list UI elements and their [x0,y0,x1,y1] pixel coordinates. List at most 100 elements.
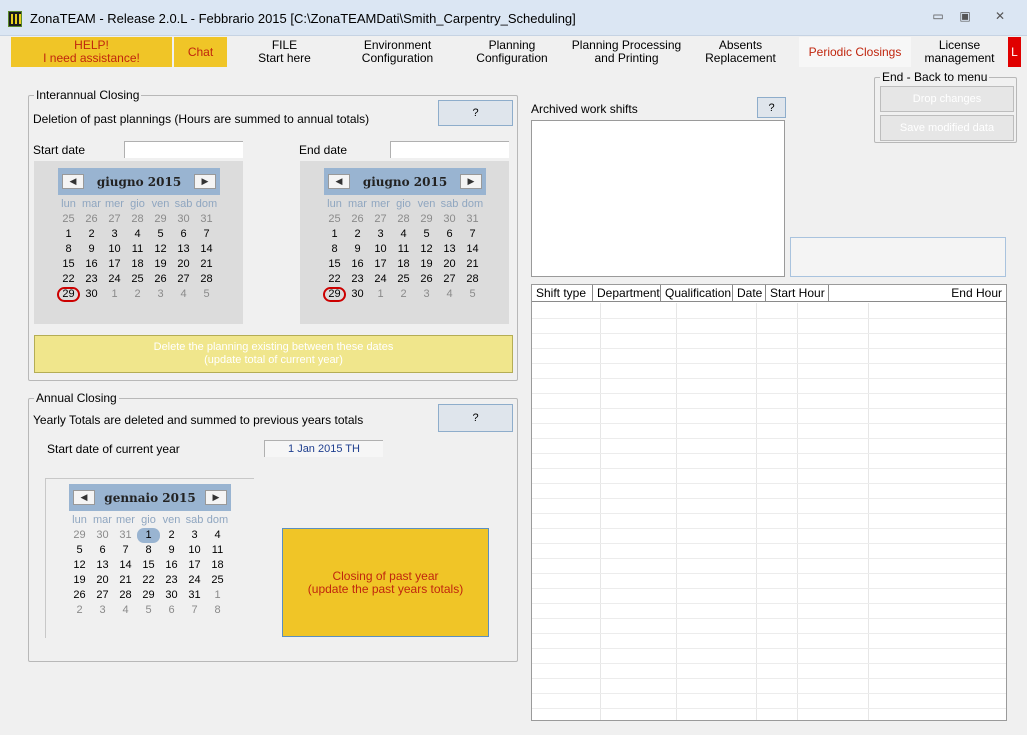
calendar-day[interactable]: 12 [149,242,172,257]
calendar-day[interactable]: 27 [91,588,114,603]
calendar-day[interactable]: 28 [392,212,415,227]
prev-month-icon[interactable]: ◀ [73,490,95,505]
calendar-day[interactable]: 2 [126,287,149,302]
calendar-day[interactable]: 23 [160,573,183,588]
calendar-day[interactable]: 7 [461,227,484,242]
calendar-day[interactable]: 13 [172,242,195,257]
calendar-day[interactable]: 30 [91,528,114,543]
calendar-day[interactable]: 13 [438,242,461,257]
calendar-day[interactable]: 29 [323,287,346,302]
calendar-day[interactable]: 22 [323,272,346,287]
calendar-day[interactable]: 19 [415,257,438,272]
calendar-day[interactable]: 15 [323,257,346,272]
calendar-day[interactable]: 20 [172,257,195,272]
tab-absents-replacement[interactable]: Absents Replacement [684,37,797,67]
calendar-day[interactable]: 3 [415,287,438,302]
calendar-day[interactable]: 10 [369,242,392,257]
calendar-day[interactable]: 15 [137,558,160,573]
calendar-day[interactable]: 31 [461,212,484,227]
calendar-day[interactable]: 26 [415,272,438,287]
start-date-field[interactable] [124,141,243,158]
save-modified-data-button[interactable]: Save modified data [880,115,1014,141]
column-header-end-hour[interactable]: End Hour [829,285,1006,301]
calendar-day[interactable]: 9 [80,242,103,257]
tab-l[interactable]: L [1008,37,1021,67]
calendar-day[interactable]: 23 [80,272,103,287]
calendar-day[interactable]: 23 [346,272,369,287]
calendar-day[interactable]: 26 [80,212,103,227]
calendar-day[interactable]: 9 [160,543,183,558]
tab-planning-configuration[interactable]: Planning Configuration [455,37,569,67]
calendar-day[interactable]: 1 [369,287,392,302]
calendar-day[interactable]: 1 [206,588,229,603]
calendar-day[interactable]: 6 [438,227,461,242]
next-month-icon[interactable]: ▶ [460,174,482,189]
calendar-day[interactable]: 2 [80,227,103,242]
calendar-day[interactable]: 16 [160,558,183,573]
next-month-icon[interactable]: ▶ [194,174,216,189]
calendar-day[interactable]: 25 [57,212,80,227]
calendar-day[interactable]: 2 [346,227,369,242]
calendar-day[interactable]: 9 [346,242,369,257]
calendar-day[interactable]: 28 [461,272,484,287]
prev-month-icon[interactable]: ◀ [62,174,84,189]
calendar-day[interactable]: 19 [68,573,91,588]
calendar-day[interactable]: 30 [438,212,461,227]
calendar-day[interactable]: 28 [114,588,137,603]
column-header-start-hour[interactable]: Start Hour [766,285,829,301]
calendar-day[interactable]: 4 [438,287,461,302]
calendar-day[interactable]: 11 [206,543,229,558]
calendar-day[interactable]: 31 [114,528,137,543]
calendar-day[interactable]: 26 [149,272,172,287]
prev-month-icon[interactable]: ◀ [328,174,350,189]
calendar-day[interactable]: 7 [114,543,137,558]
calendar-day[interactable]: 8 [57,242,80,257]
calendar-day[interactable]: 4 [172,287,195,302]
calendar-day[interactable]: 18 [206,558,229,573]
interannual-help-button[interactable]: ? [438,100,513,126]
calendar-day[interactable]: 4 [126,227,149,242]
tab-help[interactable]: HELP! I need assistance! [11,37,172,67]
calendar-day[interactable]: 7 [183,603,206,618]
calendar-day[interactable]: 13 [91,558,114,573]
calendar-day[interactable]: 30 [160,588,183,603]
calendar-day[interactable]: 5 [149,227,172,242]
calendar-day[interactable]: 20 [438,257,461,272]
calendar-day[interactable]: 30 [80,287,103,302]
calendar-day[interactable]: 16 [80,257,103,272]
calendar-day[interactable]: 17 [103,257,126,272]
calendar-day[interactable]: 26 [346,212,369,227]
calendar-day[interactable]: 5 [415,227,438,242]
calendar-day[interactable]: 29 [68,528,91,543]
shifts-table[interactable]: Shift type Department Qualification Date… [531,284,1007,721]
calendar-day[interactable]: 11 [126,242,149,257]
calendar-day[interactable]: 25 [126,272,149,287]
tab-file[interactable]: FILE Start here [229,37,340,67]
calendar-day[interactable]: 29 [149,212,172,227]
calendar-day[interactable]: 27 [438,272,461,287]
minimize-icon[interactable]: ▭ [925,8,951,25]
tab-environment-configuration[interactable]: Environment Configuration [342,37,453,67]
archived-help-button[interactable]: ? [757,97,786,118]
calendar-day[interactable]: 17 [183,558,206,573]
closing-past-year-button[interactable]: Closing of past year (update the past ye… [282,528,489,637]
calendar-day[interactable]: 14 [461,242,484,257]
tab-planning-processing[interactable]: Planning Processing and Printing [571,37,682,67]
calendar-day[interactable]: 31 [183,588,206,603]
calendar-day[interactable]: 6 [91,543,114,558]
calendar-day[interactable]: 4 [206,528,229,543]
calendar-day[interactable]: 28 [126,212,149,227]
calendar-day[interactable]: 14 [195,242,218,257]
calendar-day[interactable]: 5 [68,543,91,558]
maximize-icon[interactable]: ▣ [952,8,978,25]
calendar-day[interactable]: 1 [103,287,126,302]
calendar-day[interactable]: 6 [160,603,183,618]
calendar-day[interactable]: 1 [137,528,160,543]
calendar-day[interactable]: 25 [206,573,229,588]
calendar-day[interactable]: 1 [323,227,346,242]
end-date-field[interactable] [390,141,509,158]
calendar-day[interactable]: 12 [68,558,91,573]
calendar-day[interactable]: 24 [103,272,126,287]
calendar-day[interactable]: 11 [392,242,415,257]
calendar-day[interactable]: 29 [137,588,160,603]
